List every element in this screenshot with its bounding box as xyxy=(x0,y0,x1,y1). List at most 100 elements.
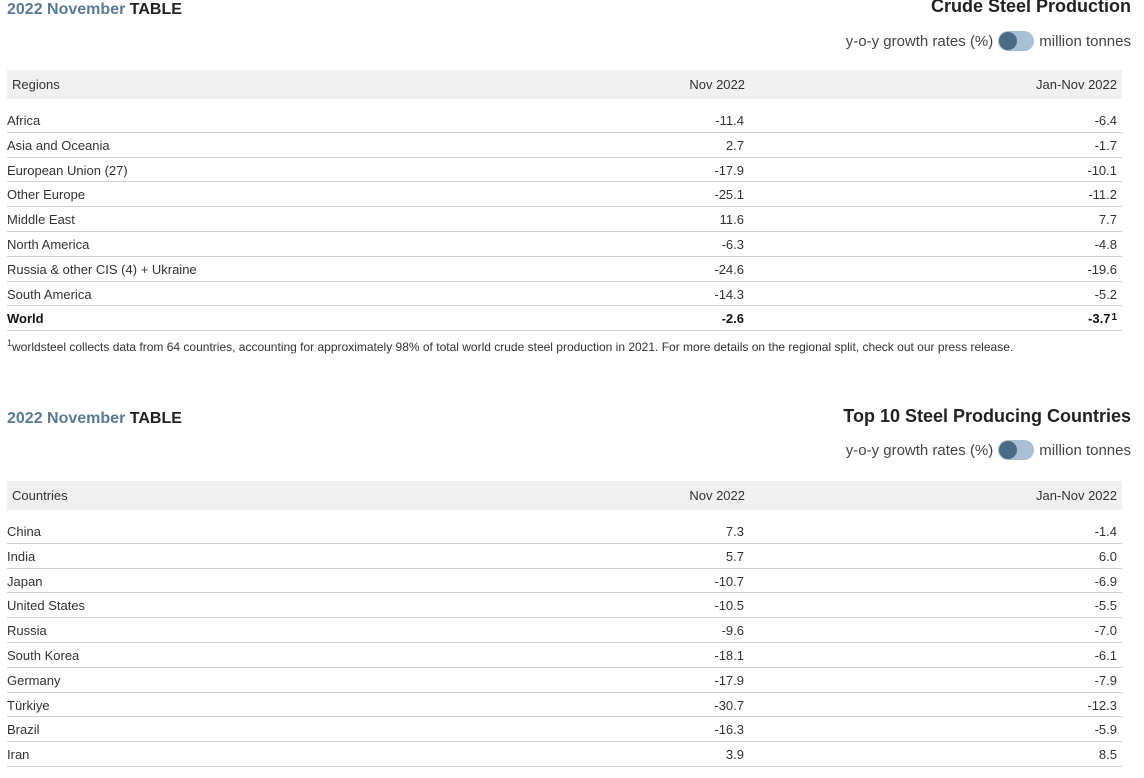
countries-table-header: Countries Nov 2022 Jan-Nov 2022 xyxy=(7,481,1122,510)
row-jan-nov-value: -6.9 xyxy=(1094,573,1117,589)
countries-section: 2022 November TABLE Top 10 Steel Produci… xyxy=(0,406,1144,767)
row-nov-value: -16.3 xyxy=(714,722,744,738)
row-name: North America xyxy=(7,236,90,252)
column-header-regions: Regions xyxy=(12,77,60,92)
unit-toggle-switch[interactable] xyxy=(998,31,1035,51)
row-name: Middle East xyxy=(7,212,75,228)
row-name: Africa xyxy=(7,113,41,128)
row-name: Brazil xyxy=(7,722,40,738)
row-nov-value: -17.9 xyxy=(714,162,744,178)
row-jan-nov-value: 7.7 xyxy=(1098,212,1117,228)
heading-year: 2022 xyxy=(7,1,43,18)
toggle-knob xyxy=(999,32,1018,50)
footnote: 1worldsteel collects data from 64 countr… xyxy=(7,338,1014,354)
table-row: United States -10.5 -5.5 xyxy=(7,593,1122,619)
row-name: Iran xyxy=(7,747,30,763)
row-nov-value: 5.7 xyxy=(725,548,744,564)
total-jan-nov-cell: -3.71 xyxy=(1088,311,1117,326)
toggle-label-tonnes[interactable]: million tonnes xyxy=(1039,33,1131,50)
table-row: Other Europe -25.1 -11.2 xyxy=(7,182,1122,208)
row-jan-nov-value: -5.5 xyxy=(1094,598,1117,614)
table-row: Germany -17.9 -7.9 xyxy=(7,668,1122,693)
total-name: World xyxy=(7,311,44,327)
row-nov-value: -10.7 xyxy=(714,573,744,589)
row-jan-nov-value: -5.9 xyxy=(1094,722,1117,738)
row-nov-value: -24.6 xyxy=(714,261,744,277)
column-header-nov-2022: Nov 2022 xyxy=(689,488,745,503)
countries-unit-toggle-group: y-o-y growth rates (%) million tonnes xyxy=(846,440,1131,460)
row-nov-value: -25.1 xyxy=(714,187,744,203)
row-name: Türkiye xyxy=(7,697,50,713)
total-jan-nov-value: -3.7 xyxy=(1088,311,1111,327)
row-jan-nov-value: -7.9 xyxy=(1094,672,1117,688)
footnote-reference[interactable]: 1 xyxy=(1111,312,1117,323)
table-row-total: World -2.6 -3.71 xyxy=(7,306,1122,332)
table-row: China 7.3 -1.4 xyxy=(7,519,1122,544)
heading-month: November xyxy=(47,410,126,427)
row-jan-nov-value: -6.4 xyxy=(1094,113,1117,128)
row-name: Asia and Oceania xyxy=(7,137,110,153)
footnote-text: worldsteel collects data from 64 countri… xyxy=(12,340,1014,354)
table-row: Russia -9.6 -7.0 xyxy=(7,618,1122,643)
toggle-label-tonnes[interactable]: million tonnes xyxy=(1039,442,1131,459)
row-jan-nov-value: -12.3 xyxy=(1087,697,1117,713)
column-header-jan-nov-2022: Jan-Nov 2022 xyxy=(1036,488,1117,503)
regions-title: Crude Steel Production xyxy=(930,0,1131,16)
heading-table: TABLE xyxy=(129,1,182,18)
table-row: Türkiye -30.7 -12.3 xyxy=(7,693,1122,718)
row-name: Other Europe xyxy=(7,187,86,203)
row-nov-value: -18.1 xyxy=(714,647,744,663)
row-name: Germany xyxy=(7,672,61,688)
regions-table-heading: 2022 November TABLE xyxy=(7,0,182,20)
row-name: South Korea xyxy=(7,647,80,663)
footnote-mark: 1 xyxy=(7,338,13,348)
row-jan-nov-value: -6.1 xyxy=(1094,647,1117,663)
table-row: South Korea -18.1 -6.1 xyxy=(7,643,1122,668)
unit-toggle-switch[interactable] xyxy=(998,440,1035,460)
row-jan-nov-value: 6.0 xyxy=(1098,548,1117,564)
column-header-countries: Countries xyxy=(12,488,68,503)
row-name: India xyxy=(7,548,36,564)
table-row: Africa -11.4 -6.4 xyxy=(7,108,1122,133)
total-nov-value: -2.6 xyxy=(721,311,744,327)
row-jan-nov-value: 8.5 xyxy=(1098,747,1117,763)
row-name: Japan xyxy=(7,573,43,589)
row-name: South America xyxy=(7,286,92,302)
table-row: South America -14.3 -5.2 xyxy=(7,282,1122,307)
countries-title: Top 10 Steel Producing Countries xyxy=(843,406,1131,426)
row-nov-value: 3.9 xyxy=(725,747,744,763)
row-nov-value: 11.6 xyxy=(719,212,744,228)
row-nov-value: -30.7 xyxy=(714,697,744,713)
table-row: Japan -10.7 -6.9 xyxy=(7,569,1122,594)
regions-table-header: Regions Nov 2022 Jan-Nov 2022 xyxy=(7,70,1122,99)
toggle-label-growth[interactable]: y-o-y growth rates (%) xyxy=(846,33,994,50)
row-nov-value: -14.3 xyxy=(714,286,744,302)
row-name: Russia xyxy=(7,623,47,639)
regions-unit-toggle-group: y-o-y growth rates (%) million tonnes xyxy=(846,31,1131,51)
countries-table-body: China 7.3 -1.4 India 5.7 6.0 Japan -10.7 -6.9 … xyxy=(7,519,1122,767)
row-jan-nov-value: -19.6 xyxy=(1087,261,1117,277)
row-jan-nov-value: -11.2 xyxy=(1088,187,1117,203)
countries-table-heading: 2022 November TABLE xyxy=(7,409,182,429)
regions-table-body: Africa -11.4 -6.4 Asia and Oceania 2.7 -1.7 … xyxy=(7,108,1122,332)
table-row: North America -6.3 -4.8 xyxy=(7,232,1122,257)
table-row: European Union (27) -17.9 -10.1 xyxy=(7,158,1122,183)
row-nov-value: 7.3 xyxy=(725,524,744,539)
regions-header: 2022 November TABLE Crude Steel Producti… xyxy=(0,0,1144,70)
row-nov-value: -11.4 xyxy=(715,113,744,128)
table-row: Brazil -16.3 -5.9 xyxy=(7,717,1122,743)
row-name: European Union (27) xyxy=(7,162,128,178)
row-nov-value: -9.6 xyxy=(721,623,744,639)
row-jan-nov-value: -1.7 xyxy=(1094,137,1117,153)
countries-header: 2022 November TABLE Top 10 Steel Produci… xyxy=(0,406,1144,479)
column-header-nov-2022: Nov 2022 xyxy=(689,77,745,92)
toggle-knob xyxy=(999,441,1018,459)
row-jan-nov-value: -7.0 xyxy=(1094,623,1117,639)
row-name: Russia & other CIS (4) + Ukraine xyxy=(7,261,197,277)
table-row: India 5.7 6.0 xyxy=(7,544,1122,569)
row-nov-value: 2.7 xyxy=(725,137,744,153)
regions-section: 2022 November TABLE Crude Steel Producti… xyxy=(0,0,1144,354)
row-nov-value: -10.5 xyxy=(714,598,744,614)
toggle-label-growth[interactable]: y-o-y growth rates (%) xyxy=(846,442,994,459)
heading-year: 2022 xyxy=(7,410,43,427)
